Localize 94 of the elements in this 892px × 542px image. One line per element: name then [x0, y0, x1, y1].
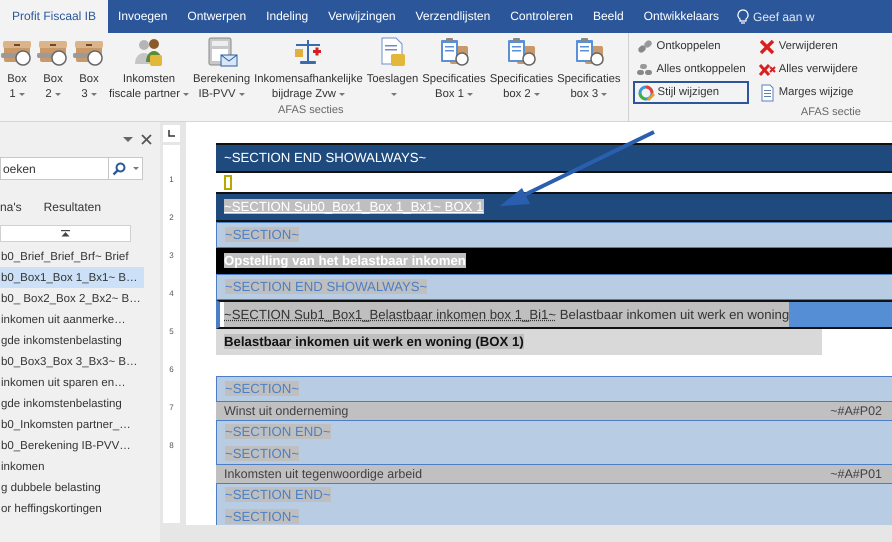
left-tab-icon: [168, 130, 175, 137]
field-code: ~#A#P02: [830, 403, 882, 420]
ribbon-button[interactable]: Stijl wijzigen: [632, 81, 749, 104]
calculator-icon: [206, 36, 238, 68]
heading-item[interactable]: or heffingskortingen: [0, 498, 130, 519]
ruler-number: 4: [169, 289, 174, 298]
ruler-number: 5: [169, 327, 174, 336]
heading-item[interactable]: inkomen: [0, 456, 130, 477]
pane-tab[interactable]: Resultaten: [44, 192, 102, 222]
ribbon-button[interactable]: Alles ontkoppelen: [632, 58, 749, 81]
ribbon-tab[interactable]: Verzendlijsten: [406, 0, 500, 33]
heading-item[interactable]: g dubbele belasting: [0, 477, 130, 498]
caret-icon: [466, 92, 473, 96]
section-tag: ~SECTION Sub0_Box1_Box 1_Bx1~ BOX 1: [224, 199, 484, 214]
section-tag: ~SECTION END SHOWALWAYS~: [225, 279, 428, 294]
ribbon-button[interactable]: Specificaties box 3: [556, 33, 622, 102]
ribbon-button[interactable]: Specificaties box 2: [488, 33, 554, 102]
caret-icon: [391, 92, 397, 96]
caret-icon: [338, 92, 345, 96]
heading-item[interactable]: b0_Berekening IB-PVV…: [0, 435, 137, 456]
ribbon-button[interactable]: Box 3: [72, 33, 106, 102]
heading-item[interactable]: inkomen uit aanmerke…: [0, 309, 132, 330]
ruler-number: 8: [169, 441, 174, 450]
ribbon-button[interactable]: Box 2: [36, 33, 70, 102]
search-options-button[interactable]: [109, 157, 143, 180]
heading-text: Opstelling van het belastbaar inkomen: [224, 253, 466, 268]
close-icon[interactable]: [141, 134, 152, 145]
clipboard-box-icon: [505, 36, 538, 68]
heading-item[interactable]: inkomen uit sparen en…: [0, 372, 132, 393]
tell-me-search[interactable]: Geef aan w: [753, 8, 814, 26]
group-label: AFAS sectie: [800, 105, 861, 120]
ribbon-tab[interactable]: Profit Fiscaal IB: [0, 0, 108, 33]
ribbon-button[interactable]: Marges wijzige: [754, 81, 861, 104]
group-label: AFAS secties: [277, 103, 344, 118]
ribbon-tab[interactable]: Beeld: [582, 0, 634, 33]
ribbon-button[interactable]: Inkomsten fiscale partner: [108, 33, 190, 102]
caret-icon[interactable]: [123, 137, 133, 142]
lightbulb-icon: [737, 8, 750, 24]
collapse-up-icon: [61, 230, 70, 237]
search-field[interactable]: oeken: [0, 157, 109, 180]
caret-icon: [54, 92, 61, 96]
heading-item[interactable]: b0_Inkomsten partner_…: [0, 414, 137, 435]
chain-icon: [636, 38, 654, 56]
ruler-number: 6: [169, 365, 174, 374]
ruler-number: 2: [169, 213, 174, 222]
section-tag: ~SECTION~: [225, 446, 300, 460]
caret-icon: [18, 92, 25, 96]
person-coins-icon: [132, 36, 165, 68]
color-wheel-icon: [636, 84, 655, 102]
ribbon-tab[interactable]: Ontwerpen: [177, 0, 256, 33]
caret-icon: [238, 92, 245, 96]
ribbon-tab[interactable]: Invoegen: [108, 0, 178, 33]
row-label: Winst uit onderneming: [224, 403, 348, 420]
close-icon: [758, 38, 776, 56]
ribbon-button[interactable]: Toeslagen: [366, 33, 420, 102]
ribbon-button[interactable]: Box 1: [0, 33, 34, 102]
ribbon-button[interactable]: Specificaties Box 1: [421, 33, 487, 102]
ribbon-tab[interactable]: Ontwikkelaars: [634, 0, 730, 33]
ruler-number: 7: [169, 403, 174, 412]
heading-item[interactable]: gde inkomstenbelasting: [0, 393, 130, 414]
ribbon-tab[interactable]: Indeling: [256, 0, 318, 33]
section-tag: ~SECTION END SHOWALWAYS~: [224, 150, 426, 165]
ribbon-button[interactable]: Alles verwijdere: [754, 58, 861, 81]
ribbon-tab[interactable]: Verwijzingen: [318, 0, 406, 33]
row-label: Inkomsten uit tegenwoordige arbeid: [224, 466, 422, 483]
ribbon-button[interactable]: Inkomensafhankelijke bijdrage Zvw: [253, 33, 364, 102]
caret-icon: [133, 167, 139, 170]
heading-text: Belastbaar inkomen uit werk en woning (BOX 1): [224, 334, 524, 349]
paragraph-mark-icon: [224, 175, 232, 190]
heading-item[interactable]: gde inkomstenbelasting: [0, 330, 130, 351]
tab-selector-button[interactable]: [163, 125, 180, 142]
search-icon[interactable]: [112, 162, 126, 176]
ribbon-button[interactable]: Berekening IB-PVV: [192, 33, 252, 102]
section-field: ~SECTION Sub1_Box1_Belastbaar inkomen box 1_Bi1~ Belastbaar inkomen uit werk en woning: [224, 302, 790, 327]
section-tag: ~SECTION END~: [225, 424, 331, 439]
ruler-number: 3: [169, 251, 174, 260]
heading-item[interactable]: b0_ Box2_Box 2_Bx2~ B…: [0, 288, 147, 309]
caret-icon: [90, 92, 97, 96]
ribbon-button[interactable]: Ontkoppelen: [632, 35, 749, 58]
section-tag: ~SECTION END~: [225, 487, 331, 502]
ribbon-button[interactable]: Verwijderen: [754, 35, 861, 58]
section-tag: ~SECTION~: [225, 381, 300, 396]
heading-item[interactable]: b0_Box1_Box 1_Bx1~ B…: [0, 267, 144, 288]
heading-item[interactable]: b0_Box3_Box 3_Bx3~ B…: [0, 351, 144, 372]
field-code: ~#A#P01: [830, 466, 882, 483]
caret-icon: [534, 92, 540, 96]
caret-icon: [601, 92, 608, 96]
heading-item[interactable]: b0_Brief_Brief_Brf~ Brief: [0, 246, 135, 267]
caret-icon: [182, 92, 189, 96]
ribbon-tab[interactable]: Controleren: [500, 0, 583, 33]
ruler-number: 1: [169, 175, 174, 184]
pane-tab[interactable]: na's: [0, 192, 22, 222]
section-tag: ~SECTION~: [225, 227, 300, 242]
section-tag: ~SECTION~: [225, 508, 300, 524]
